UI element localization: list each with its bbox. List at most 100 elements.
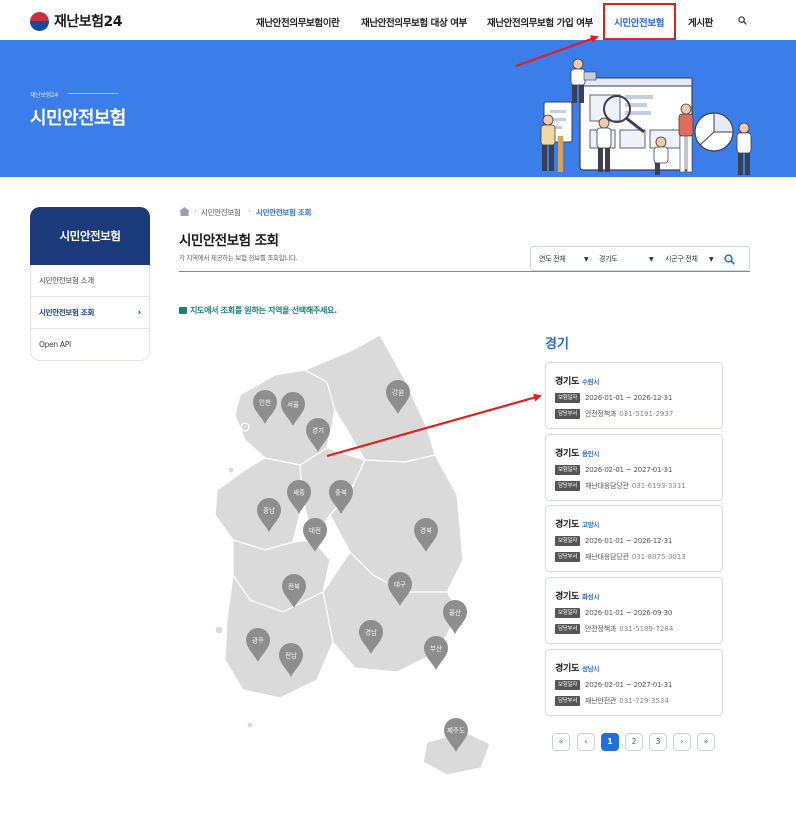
sidebar-title: 시민안전보험 — [30, 207, 150, 265]
nav-item-enrollment[interactable]: 재난안전의무보험 가입 여부 — [487, 15, 593, 29]
page-button-2[interactable]: 2 — [625, 733, 643, 751]
map-marker-label: 강원 — [392, 388, 404, 397]
map-marker-label: 울산 — [449, 608, 461, 617]
card-period: 2026-02-01 ~ 2027-01-31 — [585, 465, 673, 474]
highlight-box — [603, 3, 676, 40]
page-banner: 재난보험24 시민안전보험 — [0, 40, 796, 177]
dept-tag: 담당부서 — [555, 551, 581, 562]
result-card[interactable]: 경기도 고양시 보험일자 2026-01-01 ~ 2026-12-31 담당부서 재… — [545, 505, 723, 572]
sidebar-item-open-api[interactable]: Open API — [31, 329, 149, 361]
map-marker-label: 충북 — [335, 488, 347, 497]
card-province: 경기도 — [555, 377, 579, 387]
card-phone: 031-6193-3311 — [631, 481, 686, 490]
map-hint: 지도에서 조회를 원하는 지역을 선택해주세요. — [179, 305, 337, 316]
card-dept: 재난대응담당관 — [585, 481, 629, 490]
dept-tag: 담당부서 — [555, 695, 581, 706]
chevron-down-icon: ▼ — [584, 256, 589, 263]
banner-illustration — [540, 58, 752, 175]
card-phone: 031-8075-3013 — [631, 552, 686, 561]
period-tag: 보험일자 — [555, 607, 581, 618]
result-card[interactable]: 경기도 화성시 보험일자 2026-01-01 ~ 2026-09-30 담당부서 안… — [545, 577, 723, 644]
info-icon — [179, 307, 187, 314]
card-title: 경기도 고양시 — [555, 517, 599, 530]
taeguk-logo-icon — [30, 11, 49, 31]
district-select[interactable]: 시군구 전체 — [665, 247, 698, 272]
card-city: 수원시 — [581, 378, 599, 386]
logo-text: 재난보험24 — [54, 14, 123, 30]
map-pin-icon — [424, 636, 448, 670]
map-hint-text: 지도에서 조회를 원하는 지역을 선택해주세요. — [190, 306, 337, 315]
card-period-row: 보험일자 2026-01-01 ~ 2026-12-31 — [555, 535, 672, 546]
nav-item-board[interactable]: 게시판 — [688, 15, 713, 29]
map-marker-label: 전남 — [285, 651, 297, 660]
card-dept-row: 담당부서 안전정책과 031-5191-2937 — [555, 408, 673, 419]
site-logo[interactable]: 재난보험24 — [30, 11, 123, 31]
card-city: 성남시 — [581, 665, 599, 673]
card-dept: 안전정책과 — [585, 624, 617, 633]
chevron-right-icon: › — [137, 308, 142, 318]
card-phone: 031-729-3534 — [619, 696, 669, 705]
card-dept-row: 담당부서 재난대응담당관 031-8075-3013 — [555, 551, 686, 562]
card-period: 2026-01-01 ~ 2026-12-31 — [585, 393, 673, 402]
korea-map: 인천 서울경기 강원충남 세종 충북대전 경북전북 대구울산광주전남 경남부산제주도 — [214, 334, 491, 776]
map-marker-label: 경기 — [312, 426, 324, 435]
card-phone: 031-5189-7284 — [619, 624, 674, 633]
sidebar-item-lookup[interactable]: 시민안전보험 조회 › — [31, 297, 149, 329]
banner-divider — [68, 93, 118, 94]
card-dept-row: 담당부서 안전정책과 031-5189-7284 — [555, 623, 673, 634]
next-page-button[interactable]: › — [673, 733, 691, 751]
result-card[interactable]: 경기도 용인시 보험일자 2026-02-01 ~ 2027-01-31 담당부서 재… — [545, 434, 723, 501]
banner-title: 시민안전보험 — [30, 108, 126, 129]
card-period: 2026-01-01 ~ 2026-12-31 — [585, 536, 673, 545]
map-marker-label: 대전 — [309, 526, 321, 535]
search-icon[interactable] — [724, 254, 735, 265]
banner-subtitle: 재난보험24 — [30, 92, 58, 99]
card-city: 용인시 — [581, 450, 599, 458]
dept-tag: 담당부서 — [555, 408, 581, 419]
sidebar-menu: 시민안전보험 소개 시민안전보험 조회 › Open API — [30, 265, 150, 361]
sidebar-item-label: 시민안전보험 조회 — [39, 308, 95, 317]
map-marker-label: 부산 — [430, 644, 442, 653]
breadcrumb-item[interactable]: 시민안전보험 — [201, 207, 241, 218]
breadcrumb-current: 시민안전보험 조회 — [256, 208, 312, 217]
map-marker-label: 전북 — [288, 582, 300, 591]
year-select[interactable]: 연도 전체 — [539, 247, 566, 272]
card-province: 경기도 — [555, 520, 579, 530]
card-province: 경기도 — [555, 449, 579, 459]
card-period: 2026-01-01 ~ 2026-09-30 — [585, 608, 673, 617]
card-period-row: 보험일자 2026-02-01 ~ 2027-01-31 — [555, 679, 672, 690]
province-select[interactable]: 경기도 — [599, 247, 618, 272]
card-province: 경기도 — [555, 664, 579, 674]
card-period: 2026-02-01 ~ 2027-01-31 — [585, 680, 673, 689]
map-marker-label: 세종 — [293, 488, 305, 497]
card-dept: 재난대응담당관 — [585, 552, 629, 561]
card-title: 경기도 용인시 — [555, 446, 599, 459]
breadcrumb-separator: › — [248, 207, 251, 215]
page-button-3[interactable]: 3 — [649, 733, 667, 751]
sidebar-item-intro[interactable]: 시민안전보험 소개 — [31, 265, 149, 297]
map-marker-label: 경북 — [420, 526, 432, 535]
page-description: 각 지역에서 제공하는 보험 정보를 조회합니다. — [179, 254, 298, 262]
map-marker-label: 충남 — [263, 506, 275, 515]
site-header: 재난보험24 재난안전의무보험이란 재난안전의무보험 대상 여부 재난안전의무보… — [0, 0, 796, 40]
last-page-button[interactable]: » — [697, 733, 715, 751]
card-dept: 재난안전관 — [585, 696, 617, 705]
page-button-1[interactable]: 1 — [601, 733, 619, 751]
card-city: 고양시 — [581, 521, 599, 529]
period-tag: 보험일자 — [555, 392, 581, 403]
card-phone: 031-5191-2937 — [619, 409, 674, 418]
period-tag: 보험일자 — [555, 464, 581, 475]
card-period-row: 보험일자 2026-02-01 ~ 2027-01-31 — [555, 464, 672, 475]
card-dept-row: 담당부서 재난대응담당관 031-6193-3311 — [555, 480, 686, 491]
search-icon[interactable] — [738, 16, 747, 25]
nav-item-eligibility[interactable]: 재난안전의무보험 대상 여부 — [361, 15, 467, 29]
region-gyeonggi[interactable] — [234, 369, 336, 466]
first-page-button[interactable]: « — [552, 733, 570, 751]
nav-item-mandatory-insurance-about[interactable]: 재난안전의무보험이란 — [256, 15, 340, 29]
result-card[interactable]: 경기도 성남시 보험일자 2026-02-01 ~ 2027-01-31 담당부서 재… — [545, 649, 723, 716]
map-marker[interactable]: 부산 — [424, 636, 448, 670]
map-marker-label: 경남 — [365, 628, 377, 637]
prev-page-button[interactable]: ‹ — [577, 733, 595, 751]
result-card[interactable]: 경기도 수원시 보험일자 2026-01-01 ~ 2026-12-31 담당부서 안… — [545, 362, 723, 429]
home-icon[interactable] — [179, 207, 190, 216]
